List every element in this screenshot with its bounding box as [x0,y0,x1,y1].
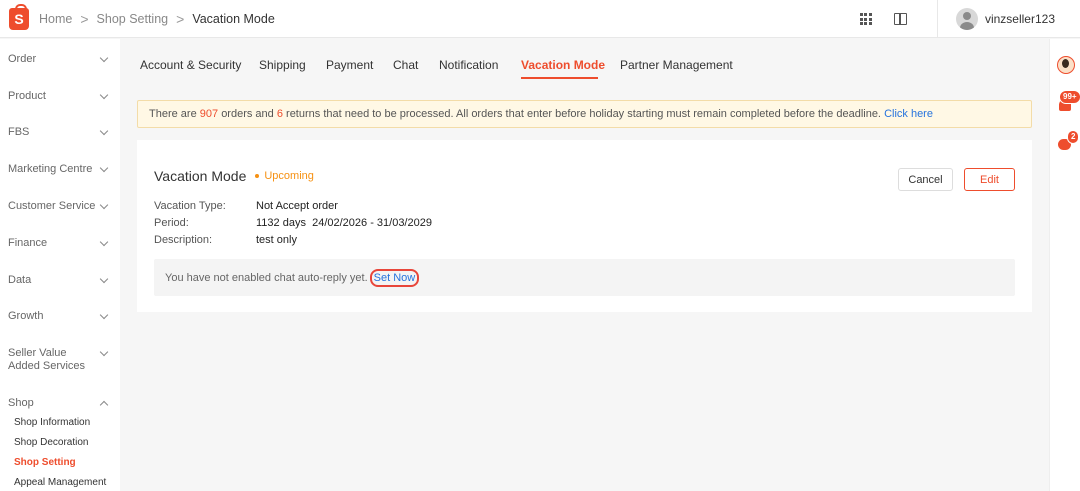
sidebar-item-seller-value-added-services[interactable]: Seller Value Added Services [8,347,112,373]
chevron-down-icon [99,90,109,100]
auto-reply-text: You have not enabled chat auto-reply yet… [165,271,368,284]
shopee-logo-icon[interactable]: S [9,3,29,30]
sidebar-item-marketing-centre[interactable]: Marketing Centre [8,163,112,176]
sidebar-subitem-appeal-management[interactable]: Appeal Management [14,477,106,488]
period-days: 1132 days [256,217,306,229]
sidebar-subitem-shop-decoration[interactable]: Shop Decoration [14,437,89,448]
username[interactable]: vinzseller123 [985,12,1055,26]
tab-chat[interactable]: Chat [393,58,418,72]
vacation-mode-card: Vacation Mode Upcoming Cancel Edit Vacat… [137,140,1032,312]
chat-badge: 2 [1067,130,1080,144]
chevron-down-icon [99,347,109,357]
chevron-down-icon [99,274,109,284]
edit-button[interactable]: Edit [964,168,1015,191]
breadcrumb-separator-icon: > [176,10,185,27]
chevron-down-icon [99,200,109,210]
chevron-down-icon [99,53,109,63]
set-now-link[interactable]: Set Now [369,268,420,287]
sidebar-item-label: Seller Value Added Services [8,347,86,372]
auto-reply-banner: You have not enabled chat auto-reply yet… [154,259,1015,296]
sidebar-item-growth[interactable]: Growth [8,310,112,323]
notice-text: There are [149,108,197,120]
description-row: Description: test only [154,234,297,246]
chevron-down-icon [99,310,109,320]
tab-partner-management[interactable]: Partner Management [620,58,733,72]
breadcrumb-separator-icon: > [80,10,89,27]
sidebar-item-label: Finance [8,237,48,249]
orders-count: 907 [199,108,219,120]
sidebar-subitem-shop-setting[interactable]: Shop Setting [14,457,76,468]
period-range: 24/02/2026 - 31/03/2029 [312,217,432,229]
description-label: Description: [154,234,213,246]
breadcrumb-shop-setting[interactable]: Shop Setting [97,12,169,26]
sidebar-item-label: Shop [8,397,34,409]
tab-account-security[interactable]: Account & Security [140,58,241,72]
sidebar-item-order[interactable]: Order [8,53,112,66]
breadcrumb: Home > Shop Setting > Vacation Mode [39,11,275,27]
tab-shipping[interactable]: Shipping [259,58,306,72]
notice-text: returns that need to be processed. All o… [286,108,881,120]
description-value: test only [256,234,297,246]
top-bar: S Home > Shop Setting > Vacation Mode vi… [0,0,1080,38]
sidebar-item-label: Product [8,90,46,102]
cancel-button[interactable]: Cancel [898,168,953,191]
chevron-down-icon [99,237,109,247]
sidebar-item-shop[interactable]: Shop [8,397,112,410]
active-tab-indicator [521,77,598,79]
chevron-up-icon [99,400,109,410]
vacation-type-value: Not Accept order [256,200,338,212]
apps-grid-icon[interactable] [859,13,872,25]
right-rail: 99+ 2 [1049,39,1080,491]
sidebar-item-customer-service[interactable]: Customer Service [8,200,112,213]
breadcrumb-current: Vacation Mode [192,11,275,26]
tab-vacation-mode[interactable]: Vacation Mode [521,58,605,72]
vacation-type-label: Vacation Type: [154,200,226,212]
sidebar-item-label: Growth [8,310,44,322]
logo-letter: S [14,10,24,27]
sidebar-subitem-shop-information[interactable]: Shop Information [14,417,90,428]
tab-payment[interactable]: Payment [326,58,373,72]
user-avatar[interactable] [955,8,978,30]
header-divider [936,0,938,38]
breadcrumb-home[interactable]: Home [39,12,72,26]
chevron-down-icon [99,163,109,173]
sidebar-item-data[interactable]: Data [8,274,112,287]
notice-text: orders and [221,108,274,120]
sidebar-item-label: FBS [8,126,30,138]
vacation-mode-title: Vacation Mode [154,168,247,184]
period-row: Period: 1132 days 24/02/2026 - 31/03/202… [154,217,432,229]
sidebar-item-finance[interactable]: Finance [8,237,112,250]
sidebar-item-label: Data [8,274,32,286]
status-badge: Upcoming [255,170,314,182]
card-title: Vacation Mode Upcoming [154,168,314,184]
returns-count: 6 [276,108,283,120]
sidebar-item-fbs[interactable]: FBS [8,126,112,139]
book-icon[interactable] [893,13,907,25]
vacation-type-row: Vacation Type: Not Accept order [154,200,338,212]
pending-orders-notice: There are 907 orders and 6 returns that … [137,100,1032,128]
assistant-avatar-icon[interactable] [1057,56,1075,74]
sidebar-item-product[interactable]: Product [8,90,112,103]
tab-notification[interactable]: Notification [439,58,498,72]
notification-badge: 99+ [1059,90,1080,104]
click-here-link[interactable]: Click here [884,108,933,120]
sidebar-item-label: Order [8,53,37,65]
sidebar: Order Product FBS Marketing Centre Custo… [0,39,120,491]
sidebar-item-label: Marketing Centre [8,163,93,175]
sidebar-item-label: Customer Service [8,200,96,212]
period-label: Period: [154,217,189,229]
chevron-down-icon [99,126,109,136]
